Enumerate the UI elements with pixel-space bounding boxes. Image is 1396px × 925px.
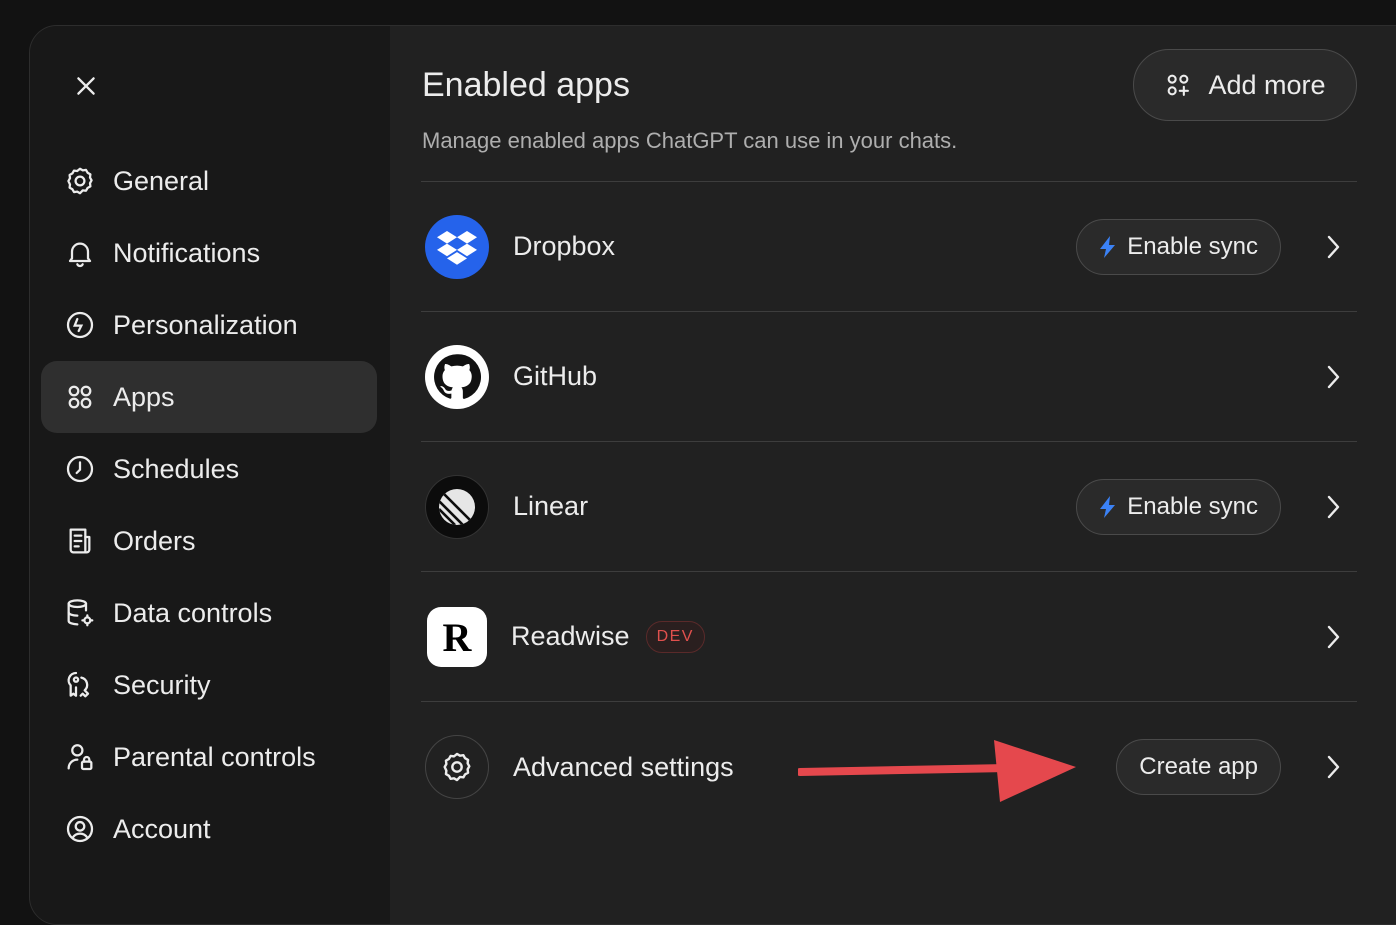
sidebar-item-general[interactable]: General: [41, 145, 377, 217]
database-gear-icon: [63, 596, 97, 630]
enable-sync-button[interactable]: Enable sync: [1076, 478, 1281, 535]
app-row-linear[interactable]: Linear Enable sync: [421, 442, 1357, 572]
sidebar-item-label: Account: [113, 813, 211, 844]
app-name: Readwise: [511, 621, 630, 651]
sidebar-item-label: Security: [113, 669, 211, 700]
settings-modal: General Notifications Personalization Ap…: [29, 25, 1396, 925]
annotation-arrow-icon: [798, 740, 1076, 802]
sidebar-item-label: Schedules: [113, 453, 240, 484]
personalization-icon: [63, 308, 97, 342]
key-shield-icon: [63, 668, 97, 702]
clock-icon: [63, 452, 97, 486]
sidebar-item-label: Apps: [113, 381, 175, 412]
create-app-button[interactable]: Create app: [1116, 739, 1281, 795]
close-button[interactable]: [68, 68, 104, 104]
enable-sync-button[interactable]: Enable sync: [1076, 218, 1281, 275]
sidebar-item-parental-controls[interactable]: Parental controls: [41, 721, 377, 793]
bolt-icon: [1100, 495, 1116, 518]
app-row-dropbox[interactable]: Dropbox Enable sync: [421, 182, 1357, 312]
settings-nav: General Notifications Personalization Ap…: [41, 145, 377, 865]
sidebar-item-data-controls[interactable]: Data controls: [41, 577, 377, 649]
chevron-right-icon[interactable]: [1321, 752, 1345, 782]
chevron-right-icon[interactable]: [1321, 232, 1345, 262]
sidebar-item-label: Data controls: [113, 597, 273, 628]
github-logo-icon: [425, 344, 489, 409]
sidebar-item-account[interactable]: Account: [41, 793, 377, 865]
app-name: Dropbox: [513, 231, 616, 261]
sidebar-item-security[interactable]: Security: [41, 649, 377, 721]
receipt-icon: [63, 524, 97, 558]
page-title: Enabled apps: [422, 66, 630, 104]
linear-logo-icon: [425, 474, 489, 539]
sidebar-item-label: Orders: [113, 525, 196, 556]
gear-icon: [425, 735, 489, 799]
app-row-readwise[interactable]: R Readwise DEV: [421, 572, 1357, 702]
app-name: Linear: [513, 491, 589, 521]
apps-grid-icon: [63, 380, 97, 414]
gear-icon: [63, 164, 97, 198]
advanced-settings-label: Advanced settings: [513, 751, 734, 782]
create-app-label: Create app: [1139, 753, 1258, 780]
dropbox-logo-icon: [425, 214, 489, 279]
bell-icon: [63, 236, 97, 270]
sidebar-item-personalization[interactable]: Personalization: [41, 289, 377, 361]
sidebar-item-label: Personalization: [113, 309, 298, 340]
enable-sync-label: Enable sync: [1127, 232, 1258, 260]
apps-add-icon: [1168, 74, 1190, 96]
readwise-logo-icon: R: [427, 606, 487, 667]
add-more-label: Add more: [1208, 69, 1326, 100]
app-row-github[interactable]: GitHub: [421, 312, 1357, 442]
sidebar-item-apps[interactable]: Apps: [41, 361, 377, 433]
svg-text:R: R: [443, 615, 473, 659]
sidebar-item-orders[interactable]: Orders: [41, 505, 377, 577]
chevron-right-icon[interactable]: [1321, 622, 1345, 652]
chevron-right-icon[interactable]: [1321, 492, 1345, 522]
sidebar-item-label: Parental controls: [113, 741, 316, 772]
sidebar-item-label: Notifications: [113, 237, 261, 268]
sidebar-item-schedules[interactable]: Schedules: [41, 433, 377, 505]
dev-badge: DEV: [645, 620, 705, 653]
app-name: GitHub: [513, 361, 598, 391]
bolt-icon: [1100, 235, 1116, 258]
page-subtitle: Manage enabled apps ChatGPT can use in y…: [422, 128, 958, 153]
sidebar-item-label: General: [113, 165, 210, 196]
user-lock-icon: [63, 740, 97, 774]
close-icon: [77, 77, 95, 95]
add-more-button[interactable]: Add more: [1133, 49, 1357, 121]
enable-sync-label: Enable sync: [1127, 492, 1258, 520]
chevron-right-icon[interactable]: [1321, 362, 1345, 392]
sidebar-item-notifications[interactable]: Notifications: [41, 217, 377, 289]
user-circle-icon: [63, 812, 97, 846]
apps-list: Dropbox Enable sync GitHub Linear Enable…: [421, 181, 1357, 832]
settings-sidebar: General Notifications Personalization Ap…: [30, 26, 390, 924]
